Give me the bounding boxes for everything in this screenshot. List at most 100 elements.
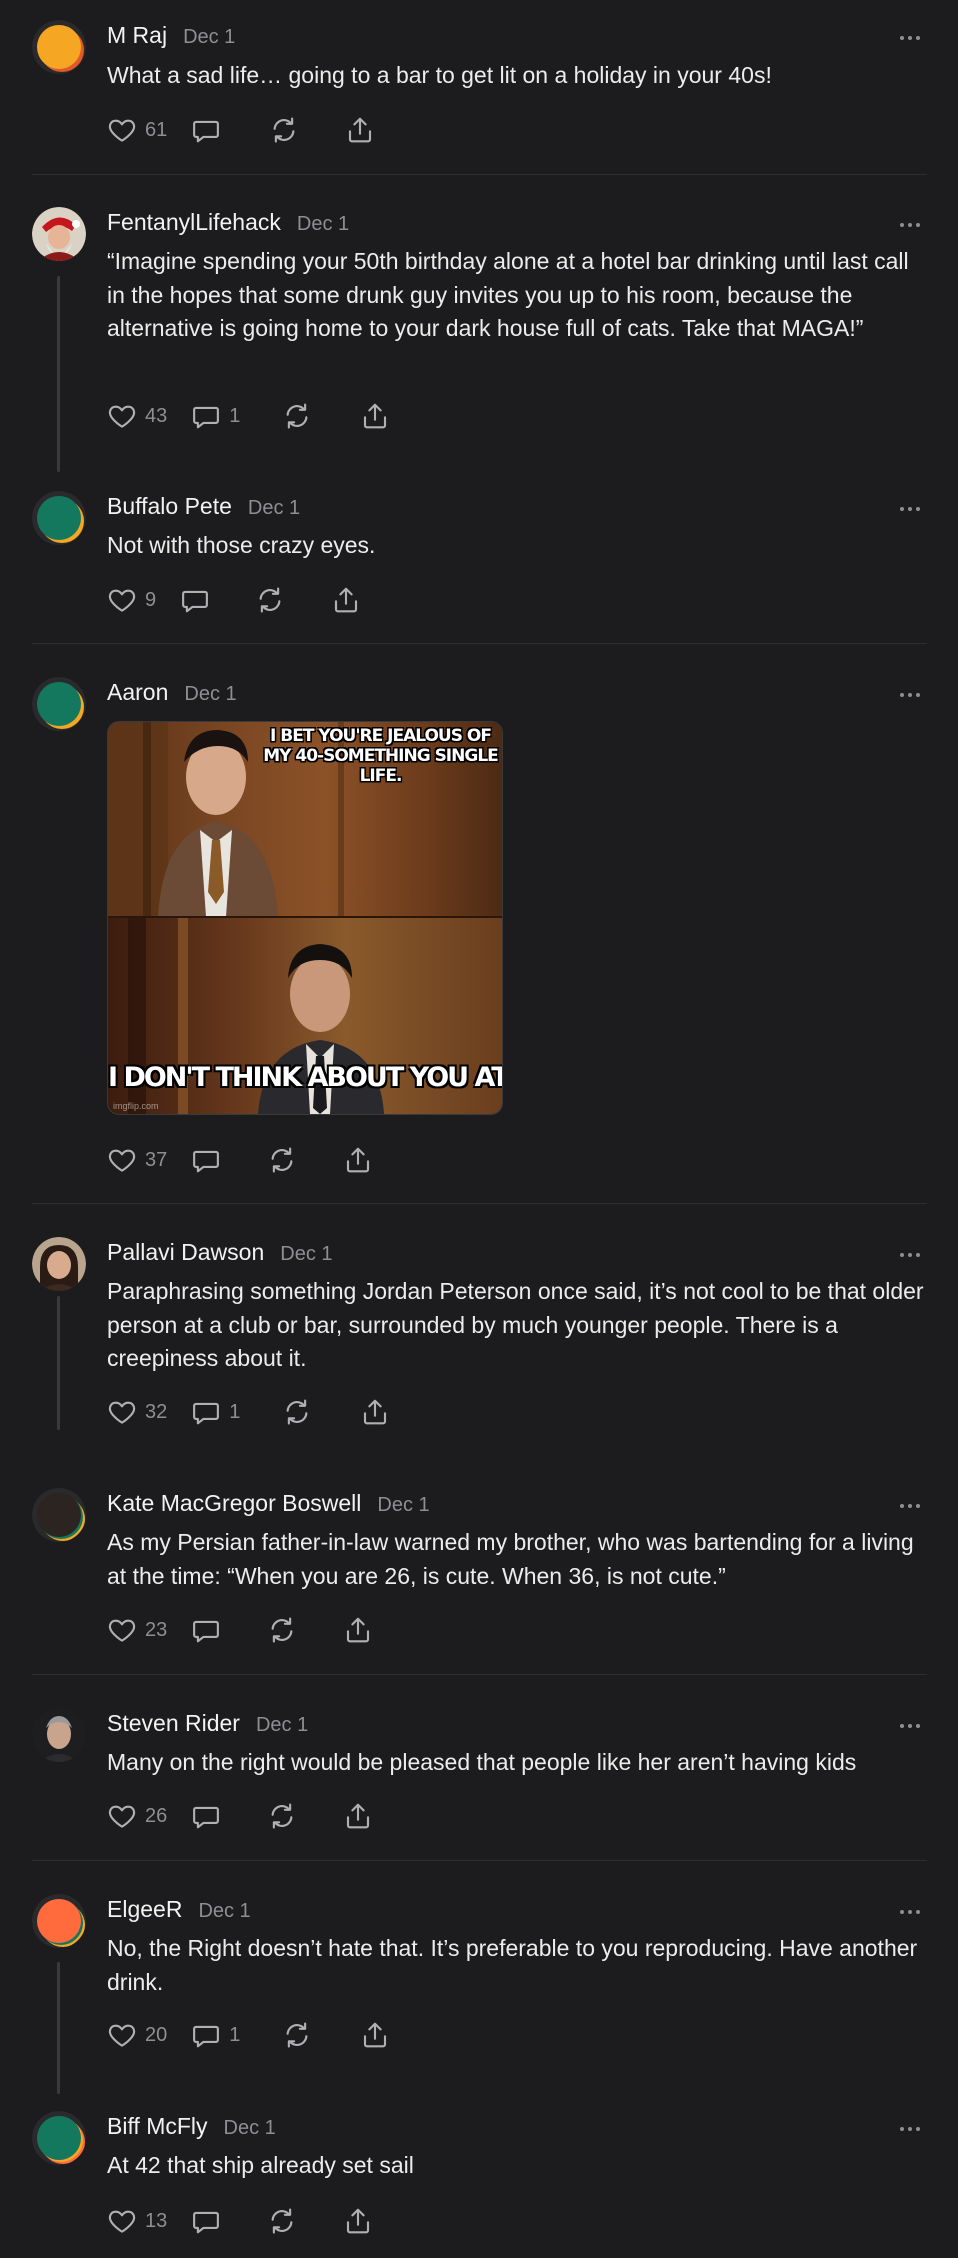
post: Steven Rider Dec 1 Many on the right wou… <box>0 1708 958 1858</box>
avatar[interactable] <box>32 2111 86 2165</box>
meme-image[interactable]: I BET YOU'RE JEALOUS OF MY 40-SOMETHING … <box>107 721 503 1115</box>
avatar[interactable] <box>32 1237 86 1291</box>
repost-button[interactable] <box>269 115 299 145</box>
reply-button[interactable]: 1 <box>191 1397 240 1427</box>
repost-icon <box>282 2020 312 2050</box>
like-button[interactable]: 26 <box>107 1801 167 1831</box>
repost-button[interactable] <box>282 2020 312 2050</box>
repost-button[interactable] <box>267 2206 297 2236</box>
repost-button[interactable] <box>267 1145 297 1175</box>
author-name[interactable]: Steven Rider <box>107 1710 240 1737</box>
reply-button[interactable] <box>191 2206 221 2236</box>
meme-watermark: imgflip.com <box>113 1101 159 1111</box>
more-options-icon[interactable] <box>892 1496 928 1516</box>
reply-count: 1 <box>229 2023 241 2046</box>
share-button[interactable] <box>360 1397 390 1427</box>
post-text: As my Persian father-in-law warned my br… <box>107 1529 914 1589</box>
author-name[interactable]: Biff McFly <box>107 2113 208 2140</box>
post: Pallavi Dawson Dec 1 Paraphrasing someth… <box>0 1237 958 1437</box>
reply-button[interactable] <box>191 1615 221 1645</box>
like-button[interactable]: 37 <box>107 1145 167 1175</box>
avatar[interactable] <box>32 1488 86 1542</box>
repost-icon <box>267 1145 297 1175</box>
like-count: 23 <box>145 1618 168 1641</box>
share-button[interactable] <box>360 2020 390 2050</box>
repost-button[interactable] <box>267 1615 297 1645</box>
avatar[interactable] <box>32 1894 86 1948</box>
share-button[interactable] <box>343 1801 373 1831</box>
more-options-icon[interactable] <box>892 499 928 519</box>
reply-button[interactable] <box>180 585 210 615</box>
post-text: Paraphrasing something Jordan Peterson o… <box>107 1278 924 1371</box>
post-date[interactable]: Dec 1 <box>377 1494 429 1517</box>
author-name[interactable]: M Raj <box>107 22 167 49</box>
avatar[interactable] <box>32 491 86 545</box>
reply-count: 1 <box>229 404 241 427</box>
heart-icon <box>107 1397 137 1427</box>
like-button[interactable]: 20 <box>107 2020 167 2050</box>
like-button[interactable]: 23 <box>107 1615 167 1645</box>
more-options-icon[interactable] <box>892 215 928 235</box>
post-text: No, the Right doesn’t hate that. It’s pr… <box>107 1935 918 1995</box>
reply-button[interactable]: 1 <box>191 2020 240 2050</box>
post-date[interactable]: Dec 1 <box>248 497 300 520</box>
author-name[interactable]: Kate MacGregor Boswell <box>107 1490 361 1517</box>
share-button[interactable] <box>343 2206 373 2236</box>
reply-button[interactable] <box>191 1145 221 1175</box>
share-icon <box>343 2206 373 2236</box>
share-button[interactable] <box>343 1615 373 1645</box>
author-name[interactable]: FentanylLifehack <box>107 209 281 236</box>
post-date[interactable]: Dec 1 <box>297 213 349 236</box>
post-date[interactable]: Dec 1 <box>184 683 236 706</box>
post: ElgeeR Dec 1 No, the Right doesn’t hate … <box>0 1894 958 2064</box>
avatar[interactable] <box>32 1708 86 1762</box>
heart-icon <box>107 1615 137 1645</box>
share-button[interactable] <box>343 1145 373 1175</box>
author-name[interactable]: Pallavi Dawson <box>107 1239 264 1266</box>
more-options-icon[interactable] <box>892 1245 928 1265</box>
divider <box>32 174 927 175</box>
like-count: 43 <box>145 404 168 427</box>
reply-button[interactable] <box>191 115 221 145</box>
comment-icon <box>180 585 210 615</box>
author-name[interactable]: ElgeeR <box>107 1896 182 1923</box>
like-button[interactable]: 9 <box>107 585 156 615</box>
post-date[interactable]: Dec 1 <box>198 1900 250 1923</box>
repost-button[interactable] <box>282 1397 312 1427</box>
like-count: 61 <box>145 118 168 141</box>
divider <box>32 1203 927 1204</box>
more-options-icon[interactable] <box>892 1716 928 1736</box>
post-date[interactable]: Dec 1 <box>183 26 235 49</box>
author-name[interactable]: Aaron <box>107 679 168 706</box>
meme-caption-bottom: I DON'T THINK ABOUT YOU AT ALL <box>108 1062 502 1093</box>
more-options-icon[interactable] <box>892 685 928 705</box>
like-button[interactable]: 13 <box>107 2206 167 2236</box>
avatar[interactable] <box>32 20 86 74</box>
avatar[interactable] <box>32 677 86 731</box>
repost-button[interactable] <box>282 401 312 431</box>
post: FentanylLifehack Dec 1 “Imagine spending… <box>0 207 958 477</box>
like-button[interactable]: 43 <box>107 401 167 431</box>
post: Aaron Dec 1 I BET YOU'RE JEALOUS OF MY 4… <box>0 677 958 1197</box>
like-button[interactable]: 32 <box>107 1397 167 1427</box>
post: Buffalo Pete Dec 1 Not with those crazy … <box>0 491 958 641</box>
share-button[interactable] <box>331 585 361 615</box>
post-date[interactable]: Dec 1 <box>224 2117 276 2140</box>
share-button[interactable] <box>360 401 390 431</box>
repost-button[interactable] <box>267 1801 297 1831</box>
more-options-icon[interactable] <box>892 28 928 48</box>
post-date[interactable]: Dec 1 <box>280 1243 332 1266</box>
reply-button[interactable]: 1 <box>191 401 240 431</box>
heart-icon <box>107 2206 137 2236</box>
avatar[interactable] <box>32 207 86 261</box>
share-button[interactable] <box>345 115 375 145</box>
reply-button[interactable] <box>191 1801 221 1831</box>
author-name[interactable]: Buffalo Pete <box>107 493 232 520</box>
repost-icon <box>282 401 312 431</box>
repost-button[interactable] <box>255 585 285 615</box>
more-options-icon[interactable] <box>892 2119 928 2139</box>
post-date[interactable]: Dec 1 <box>256 1714 308 1737</box>
like-button[interactable]: 61 <box>107 115 167 145</box>
more-options-icon[interactable] <box>892 1902 928 1922</box>
comment-icon <box>191 1145 221 1175</box>
